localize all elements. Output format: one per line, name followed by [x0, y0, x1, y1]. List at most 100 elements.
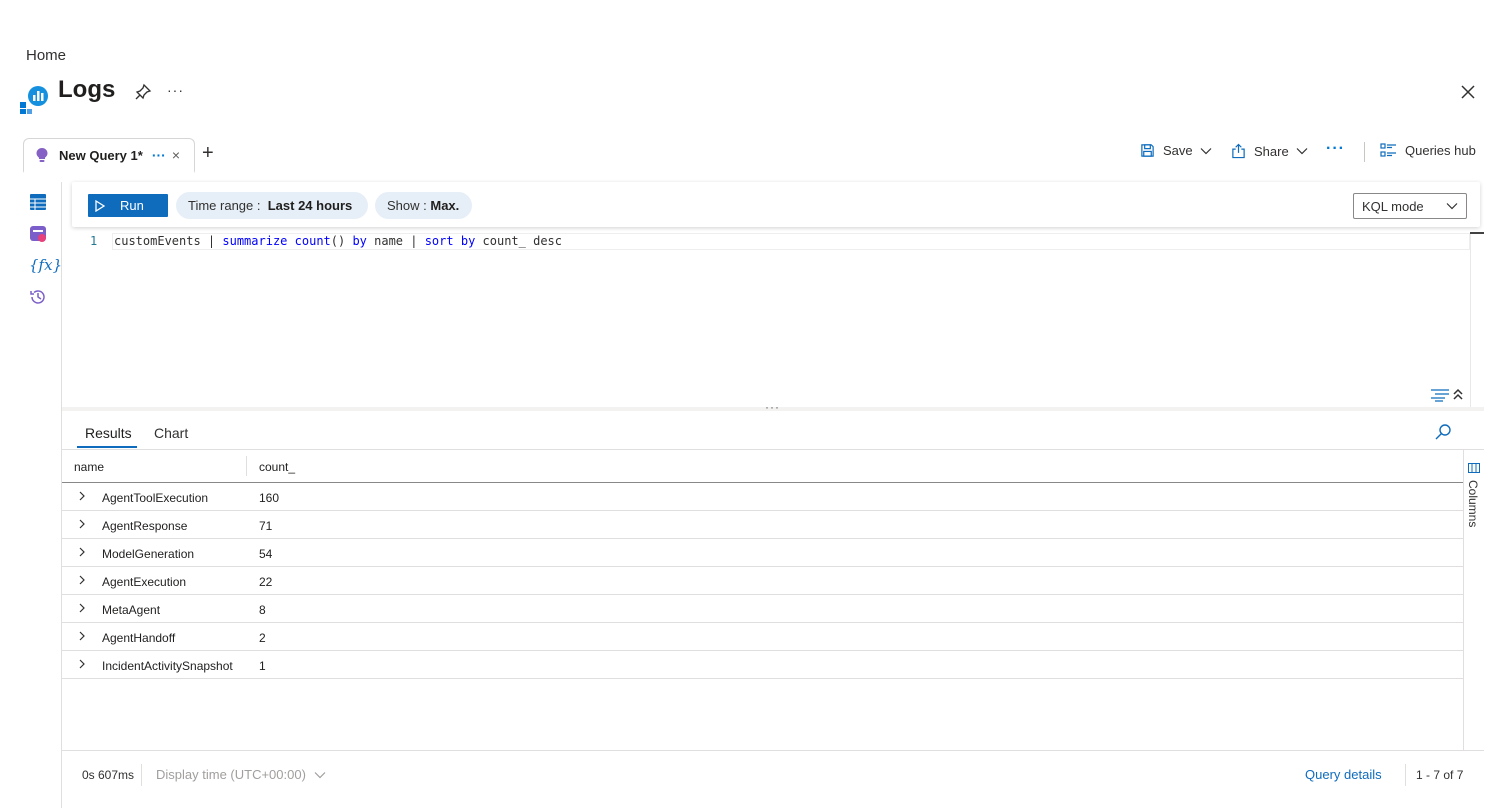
code-keyword: summarize	[222, 234, 288, 248]
cell-count: 8	[259, 603, 266, 617]
chevron-right-icon[interactable]	[77, 491, 87, 501]
chevron-right-icon[interactable]	[77, 631, 87, 641]
cell-name: AgentToolExecution	[102, 491, 209, 505]
cell-name: AgentExecution	[102, 575, 187, 589]
footer-divider-line	[62, 750, 1484, 751]
time-range-prefix: Time range :	[188, 198, 261, 213]
breadcrumb-home[interactable]: Home	[26, 47, 66, 64]
tab-more-button[interactable]: ···	[152, 147, 166, 163]
run-label: Run	[120, 198, 144, 213]
show-limit-picker[interactable]: Show : Max.	[375, 192, 472, 219]
collapse-editor-icon[interactable]	[1452, 387, 1464, 401]
column-header-count[interactable]: count_	[259, 460, 295, 474]
chevron-down-icon	[1446, 203, 1458, 210]
add-tab-button[interactable]: +	[202, 143, 214, 163]
splitter-handle[interactable]: ···	[765, 400, 780, 414]
cell-count: 1	[259, 659, 266, 673]
table-row[interactable]: AgentExecution 22	[62, 567, 1463, 595]
code-keyword: by	[460, 234, 476, 248]
paging-status: 1 - 7 of 7	[1416, 768, 1464, 782]
columns-panel-label[interactable]: Columns	[1466, 480, 1480, 527]
queries-hub-icon	[1380, 143, 1396, 157]
tab-chart[interactable]: Chart	[154, 425, 188, 441]
share-label: Share	[1254, 143, 1289, 159]
code-keyword: by	[352, 234, 367, 248]
run-button[interactable]: Run	[88, 194, 168, 217]
chevron-down-icon	[314, 771, 326, 778]
play-icon	[95, 199, 105, 212]
functions-icon[interactable]: {fx}	[29, 256, 62, 276]
share-button[interactable]: Share	[1231, 143, 1308, 159]
queries-icon[interactable]	[29, 225, 49, 245]
cell-name: IncidentActivitySnapshot	[102, 659, 233, 673]
cell-count: 2	[259, 631, 266, 645]
columns-icon[interactable]	[1468, 462, 1480, 474]
save-button[interactable]: Save	[1140, 143, 1212, 158]
history-icon[interactable]	[29, 288, 49, 308]
code-text: ()	[330, 234, 353, 248]
toolbar-divider	[1364, 142, 1365, 162]
active-tab-indicator	[77, 446, 137, 448]
cell-name: ModelGeneration	[102, 547, 195, 561]
tab-label: New Query 1*	[59, 147, 143, 163]
query-editor[interactable]	[72, 230, 1470, 405]
toolbar-more-button[interactable]: ···	[1326, 140, 1345, 158]
queries-hub-label: Queries hub	[1405, 143, 1476, 158]
table-row[interactable]: ModelGeneration 54	[62, 539, 1463, 567]
close-icon[interactable]	[1459, 83, 1477, 101]
cell-count: 160	[259, 491, 280, 505]
table-row[interactable]: IncidentActivitySnapshot 1	[62, 651, 1463, 679]
editor-scroll-marker	[1470, 232, 1484, 234]
code-keyword: sort	[424, 234, 454, 248]
code-line[interactable]: customEvents | summarize count() by name…	[114, 234, 562, 248]
column-header-name[interactable]: name	[74, 460, 104, 474]
show-value: Max.	[430, 198, 460, 213]
query-details-link[interactable]: Query details	[1305, 767, 1382, 782]
title-more-button[interactable]: ···	[167, 82, 184, 98]
format-query-icon[interactable]	[1430, 388, 1450, 402]
cell-count: 71	[259, 519, 273, 533]
column-resizer[interactable]	[246, 456, 247, 476]
editor-scrollbar[interactable]	[1470, 232, 1471, 407]
chevron-down-icon	[1200, 147, 1212, 154]
save-icon	[1141, 144, 1154, 157]
show-prefix: Show :	[387, 198, 427, 213]
code-text: name |	[366, 234, 425, 248]
chevron-right-icon[interactable]	[77, 603, 87, 613]
cell-count: 22	[259, 575, 273, 589]
table-row[interactable]: AgentResponse 71	[62, 511, 1463, 539]
time-range-picker[interactable]: Time range : Last 24 hours	[176, 192, 368, 219]
line-number: 1	[90, 234, 98, 248]
footer-divider	[1405, 764, 1406, 786]
table-row[interactable]: AgentToolExecution 160	[62, 483, 1463, 511]
chevron-down-icon	[1296, 148, 1308, 155]
display-time-label: Display time (UTC+00:00)	[156, 767, 306, 782]
cell-count: 54	[259, 547, 273, 561]
share-icon	[1232, 143, 1245, 159]
chevron-right-icon[interactable]	[77, 575, 87, 585]
table-row[interactable]: AgentHandoff 2	[62, 623, 1463, 651]
display-time-dropdown[interactable]: Display time (UTC+00:00)	[156, 767, 326, 782]
search-icon[interactable]	[1434, 423, 1452, 441]
tables-icon[interactable]	[29, 193, 49, 213]
tab-new-query-1[interactable]: New Query 1* ··· ×	[23, 138, 195, 173]
table-row[interactable]: MetaAgent 8	[62, 595, 1463, 623]
tab-results[interactable]: Results	[85, 425, 132, 441]
tab-close-button[interactable]: ×	[172, 147, 180, 163]
grid-body: AgentToolExecution 160 AgentResponse 71 Mode…	[62, 483, 1463, 679]
code-text: customEvents |	[114, 234, 223, 248]
code-keyword: count	[294, 234, 331, 248]
chevron-right-icon[interactable]	[77, 519, 87, 529]
save-label: Save	[1163, 143, 1193, 158]
chevron-right-icon[interactable]	[77, 547, 87, 557]
kql-mode-dropdown[interactable]: KQL mode	[1353, 193, 1467, 219]
time-range-value: Last 24 hours	[267, 198, 353, 213]
page-title: Logs	[58, 76, 116, 103]
pin-icon[interactable]	[134, 83, 152, 101]
cell-name: AgentResponse	[102, 519, 188, 533]
chevron-right-icon[interactable]	[77, 659, 87, 669]
queries-hub-button[interactable]: Queries hub	[1380, 143, 1476, 158]
code-text: count_ desc	[475, 234, 562, 248]
